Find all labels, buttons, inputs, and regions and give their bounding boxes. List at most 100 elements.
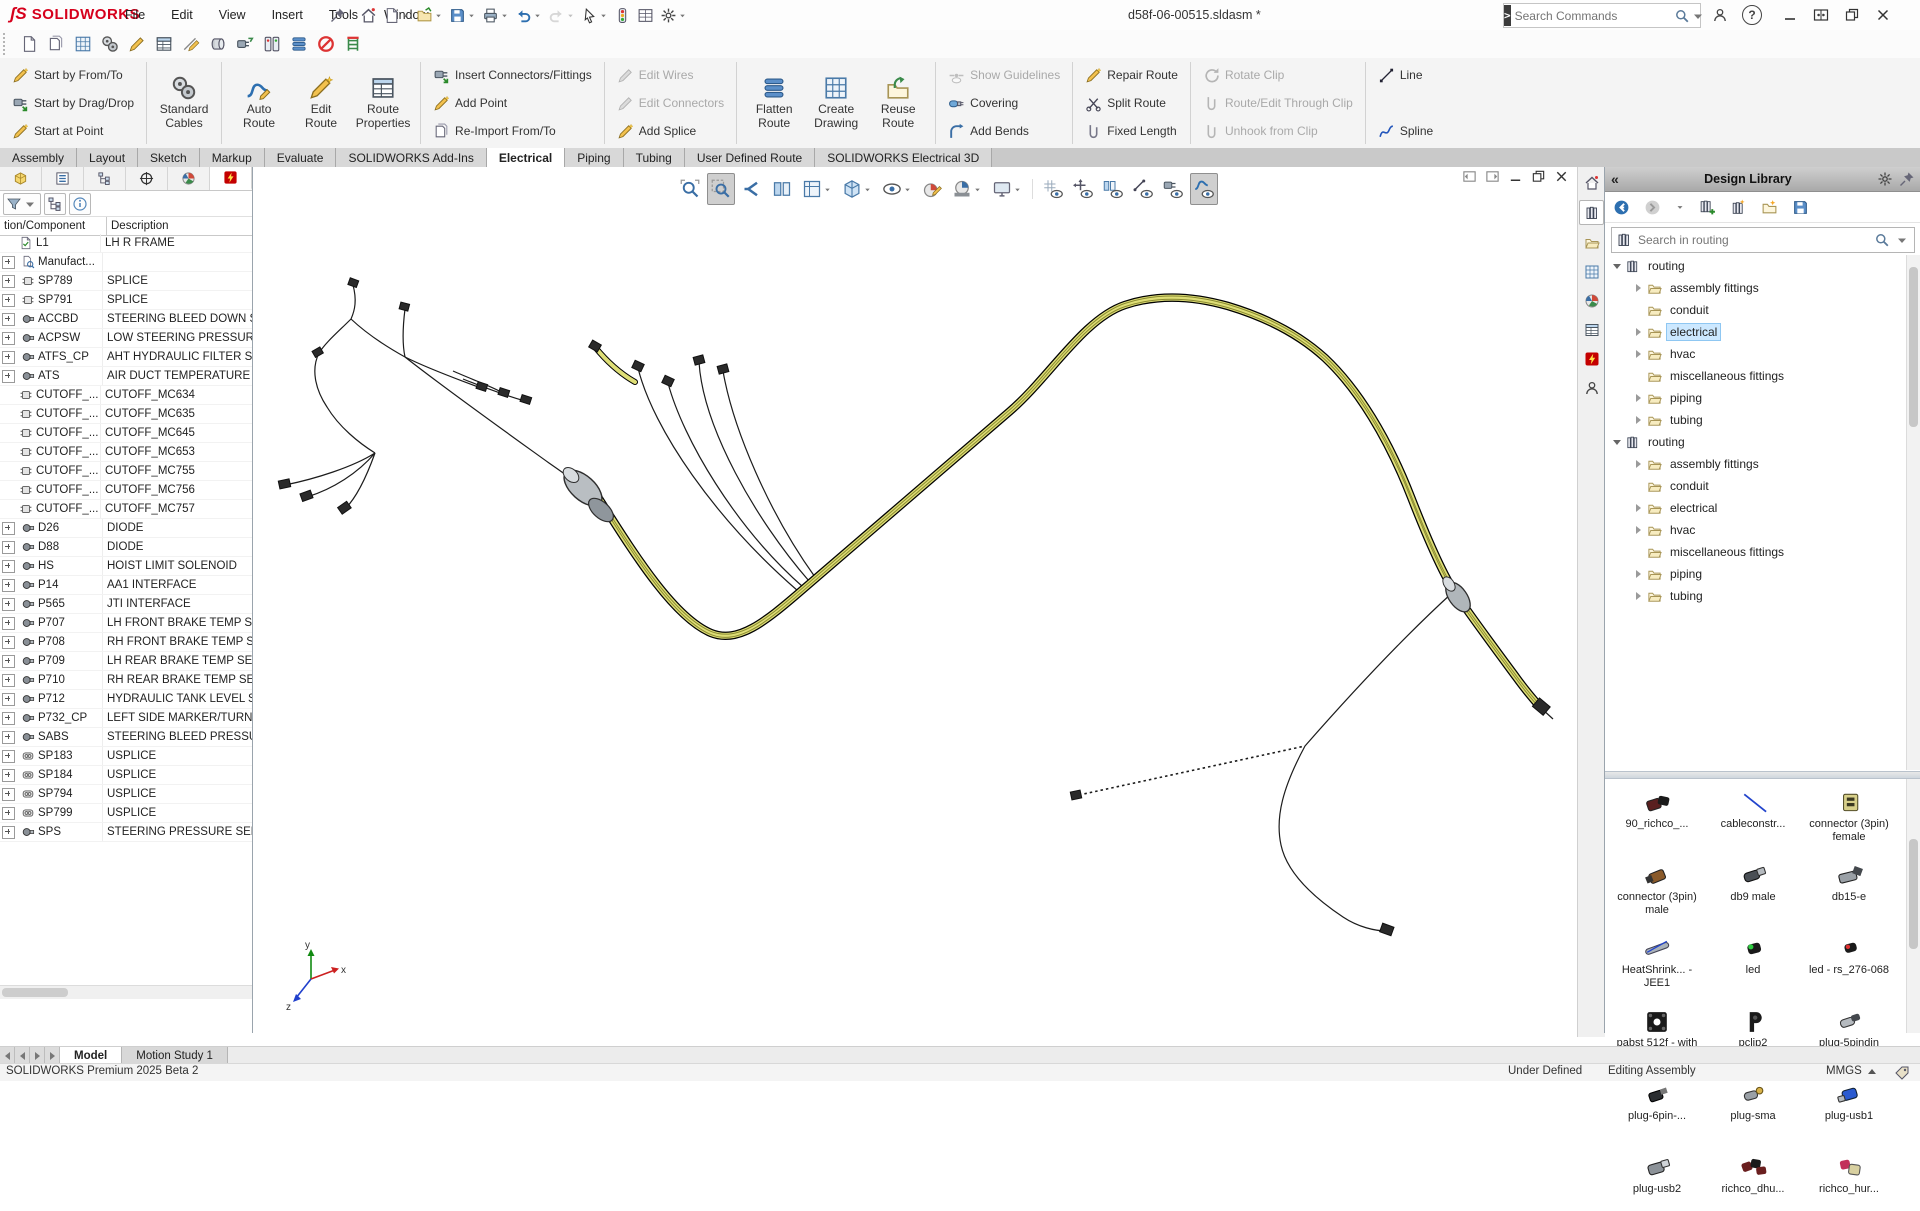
ribbon-repair-route-button[interactable]: Repair Route xyxy=(1081,62,1182,88)
tree-expander-icon[interactable] xyxy=(1613,262,1621,270)
tab-markup[interactable]: Markup xyxy=(200,148,265,167)
add-file-location-button[interactable] xyxy=(1730,199,1747,216)
tree-expander-icon[interactable] xyxy=(1635,416,1643,424)
menu-file[interactable]: File xyxy=(112,0,158,30)
tree-expander-icon[interactable] xyxy=(1613,438,1621,446)
tab-layout[interactable]: Layout xyxy=(77,148,138,167)
wire-style-button[interactable] xyxy=(177,32,204,56)
model-tab-nav-first[interactable] xyxy=(0,1047,15,1064)
ribbon-spline-button[interactable]: Spline xyxy=(1374,118,1437,144)
save-button[interactable] xyxy=(447,2,478,28)
create-new-folder-button[interactable] xyxy=(1761,199,1778,216)
menu-insert[interactable]: Insert xyxy=(259,0,316,30)
ribbon-route-properties-button[interactable]: RouteProperties xyxy=(352,71,414,135)
tab-user-defined-route[interactable]: User Defined Route xyxy=(685,148,815,167)
pane-splitter[interactable] xyxy=(1605,771,1920,779)
select-button[interactable] xyxy=(579,2,610,28)
expand-icon[interactable] xyxy=(2,598,15,611)
model-tab-nav-last[interactable] xyxy=(45,1047,60,1064)
table-row[interactable]: CUTOFF_...CUTOFF_MC755 xyxy=(0,462,252,481)
tab-electrical[interactable]: Electrical xyxy=(487,148,565,167)
rails-ducts-button[interactable] xyxy=(339,32,366,56)
new-document-button[interactable] xyxy=(381,2,412,28)
zoom-to-area-button[interactable] xyxy=(707,173,735,205)
tree-item-hvac[interactable]: hvac xyxy=(1605,519,1905,541)
drawing-view-button[interactable] xyxy=(799,174,835,204)
appearances-scenes-tab[interactable] xyxy=(1580,289,1603,312)
configuration-manager-tab[interactable] xyxy=(84,167,126,190)
table-row[interactable]: CUTOFF_...CUTOFF_MC653 xyxy=(0,443,252,462)
table-row[interactable]: Manufact... xyxy=(0,253,252,272)
span-displays-button[interactable] xyxy=(1813,7,1829,23)
collapse-pane-icon[interactable]: « xyxy=(1611,171,1619,187)
child-minimize-icon[interactable] xyxy=(1508,169,1523,184)
ribbon-create-drawing-button[interactable]: CreateDrawing xyxy=(805,71,867,135)
table-row[interactable]: ATFS_CPAHT HYDRAULIC FILTER SW xyxy=(0,348,252,367)
table-row[interactable]: CUTOFF_...CUTOFF_MC757 xyxy=(0,500,252,519)
solidworks-resources-tab[interactable] xyxy=(1580,171,1603,194)
table-row[interactable]: ATSAIR DUCT TEMPERATURE SE xyxy=(0,367,252,386)
table-row[interactable]: SPSSTEERING PRESSURE SENSO xyxy=(0,823,252,842)
tree-expander-icon[interactable] xyxy=(1635,284,1643,292)
library-item[interactable]: db9 male xyxy=(1707,854,1799,904)
table-row[interactable]: P708RH FRONT BRAKE TEMP SEN xyxy=(0,633,252,652)
tag-icon[interactable] xyxy=(1894,1065,1910,1081)
help-icon[interactable]: ? xyxy=(1742,5,1762,25)
ribbon-insert-connectors-fittings-button[interactable]: Insert Connectors/Fittings xyxy=(429,62,596,88)
ribbon-add-point-button[interactable]: Add Point xyxy=(429,90,511,116)
close-button[interactable] xyxy=(1875,7,1891,23)
display-manager-tab[interactable] xyxy=(168,167,210,190)
expand-icon[interactable] xyxy=(2,674,15,687)
library-search-icon[interactable] xyxy=(1874,232,1890,248)
show-routes-button[interactable] xyxy=(1190,173,1218,205)
library-item[interactable]: HeatShrink... - JEE1 xyxy=(1611,927,1703,990)
pane-pin-icon[interactable] xyxy=(1899,171,1915,187)
forward-button[interactable] xyxy=(1644,199,1661,216)
library-item[interactable]: 90_richco_... xyxy=(1611,781,1703,831)
draw-wires-button[interactable] xyxy=(123,32,150,56)
tree-item-tubing[interactable]: tubing xyxy=(1605,585,1905,607)
table-row[interactable]: D26DIODE xyxy=(0,519,252,538)
apply-scene-button[interactable] xyxy=(949,174,985,204)
home-button[interactable] xyxy=(358,2,379,28)
section-view-button[interactable] xyxy=(769,174,795,204)
table-row[interactable]: ACCBDSTEERING BLEED DOWN SOL xyxy=(0,310,252,329)
expand-icon[interactable] xyxy=(2,579,15,592)
add-to-library-button[interactable] xyxy=(1699,199,1716,216)
ribbon-flatten-route-button[interactable]: FlattenRoute xyxy=(743,71,805,135)
units-selector[interactable]: MMGS xyxy=(1826,1065,1876,1077)
tree-scrollbar-thumb[interactable] xyxy=(1909,267,1918,427)
expand-icon[interactable] xyxy=(2,313,15,326)
ribbon-auto-route-button[interactable]: AutoRoute xyxy=(228,71,290,135)
library-item[interactable]: richco_hur... xyxy=(1803,1146,1895,1196)
edit-appearance-button[interactable] xyxy=(919,174,945,204)
insert-cylinder-button[interactable] xyxy=(204,32,231,56)
library-search-caret-icon[interactable] xyxy=(1894,232,1910,248)
table-row[interactable]: P732_CPLEFT SIDE MARKER/TURN LI xyxy=(0,709,252,728)
table-row[interactable]: CUTOFF_...CUTOFF_MC756 xyxy=(0,481,252,500)
expand-icon[interactable] xyxy=(2,731,15,744)
ribbon-edit-route-button[interactable]: EditRoute xyxy=(290,71,352,135)
table-row[interactable]: P707LH FRONT BRAKE TEMP SEN xyxy=(0,614,252,633)
library-item[interactable]: pclip2 xyxy=(1707,1000,1799,1050)
library-item[interactable]: plug-5pindin xyxy=(1803,1000,1895,1050)
table-row[interactable]: SP184USPLICE xyxy=(0,766,252,785)
ribbon-start-by-from-to-button[interactable]: Start by From/To xyxy=(8,62,127,88)
model-tab-motion-study-1[interactable]: Motion Study 1 xyxy=(122,1047,228,1064)
child-close-icon[interactable] xyxy=(1554,169,1569,184)
expand-icon[interactable] xyxy=(2,332,15,345)
library-item[interactable]: connector (3pin) male xyxy=(1611,854,1703,917)
tree-item-piping[interactable]: piping xyxy=(1605,387,1905,409)
tab-assembly[interactable]: Assembly xyxy=(0,148,77,167)
expand-icon[interactable] xyxy=(2,826,15,839)
ribbon-start-by-drag-drop-button[interactable]: Start by Drag/Drop xyxy=(8,90,138,116)
tab-solidworks-add-ins[interactable]: SOLIDWORKS Add-Ins xyxy=(336,148,486,167)
model-tab-nav-prev[interactable] xyxy=(15,1047,30,1064)
command-search-input[interactable] xyxy=(1511,9,1674,23)
items-scrollbar-thumb[interactable] xyxy=(1909,839,1918,949)
toolbar-grip[interactable] xyxy=(3,33,12,55)
restore-button[interactable] xyxy=(1844,7,1860,23)
solidworks-electrical-tab[interactable] xyxy=(1580,347,1603,370)
dock-pane-right-icon[interactable] xyxy=(1485,169,1500,184)
tree-scrollbar[interactable] xyxy=(1906,255,1920,770)
